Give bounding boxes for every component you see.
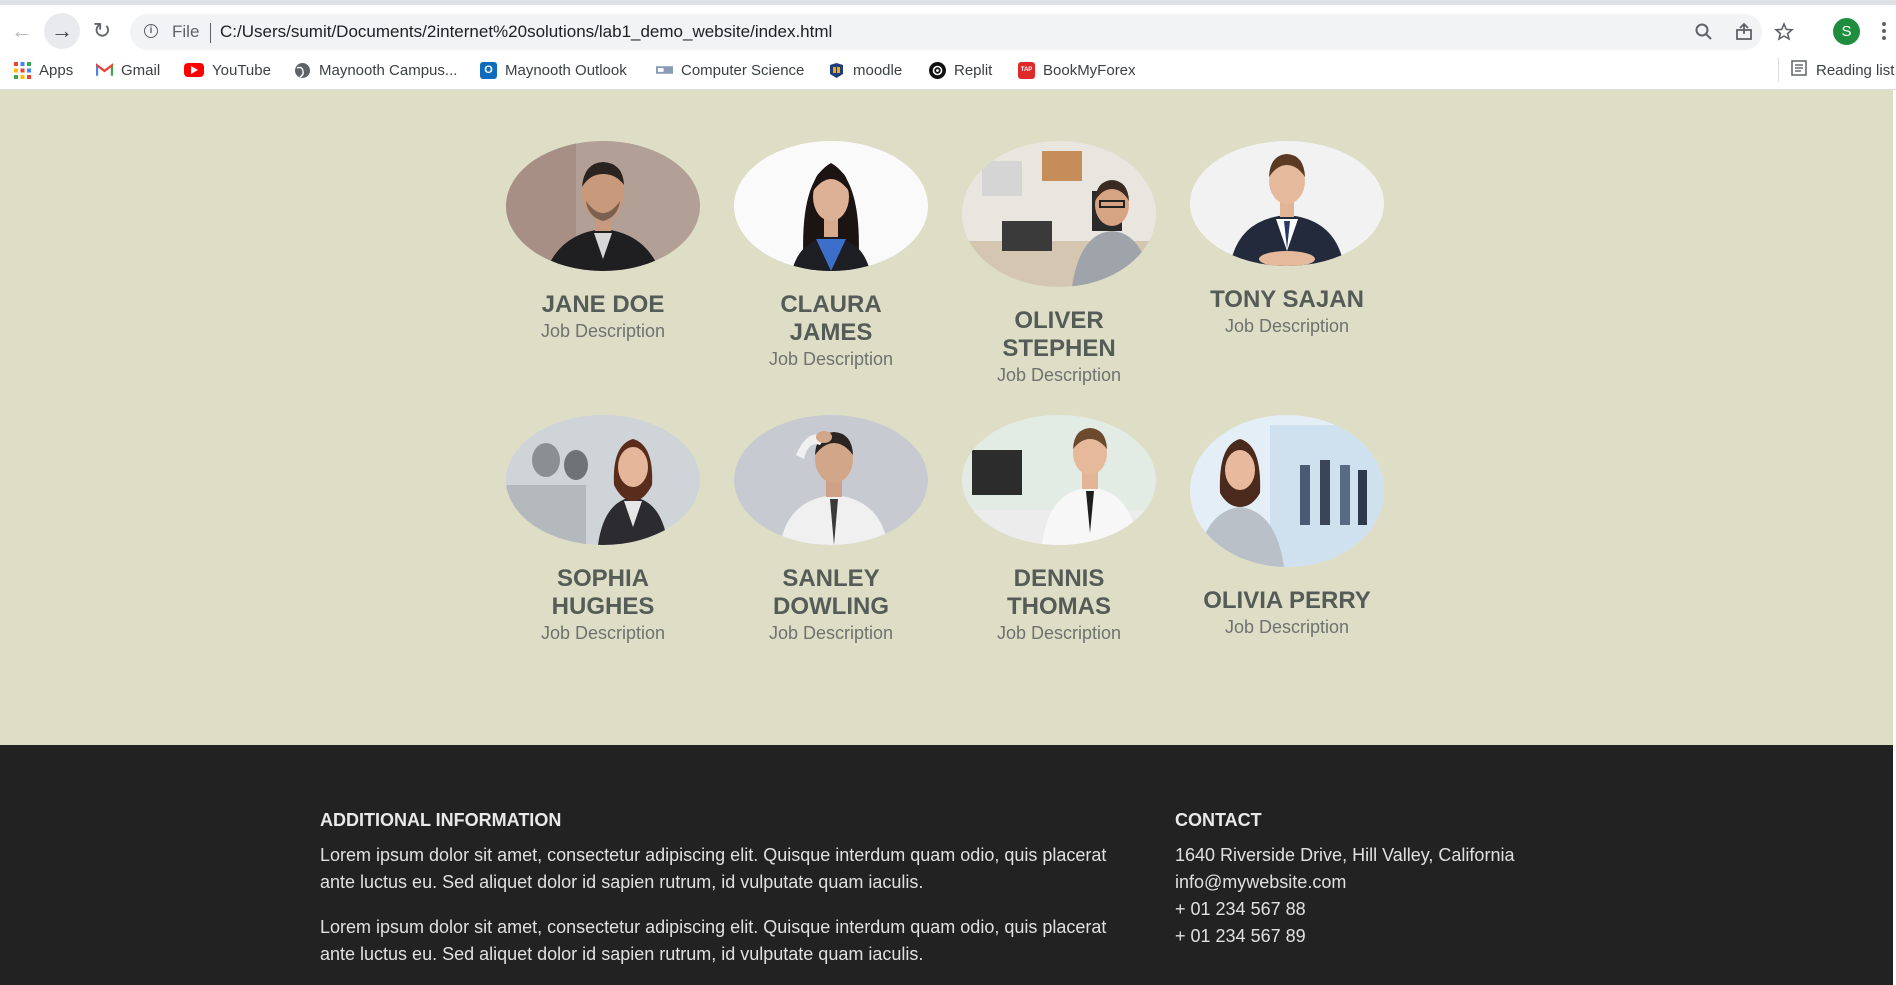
team-section: JANE DOE Job Description CLAURA JAMES Jo… (0, 90, 1893, 745)
team-card-claura-james: CLAURA JAMES Job Description (734, 141, 928, 370)
team-card-jane-doe: JANE DOE Job Description (506, 141, 700, 342)
member-job: Job Description (996, 365, 1122, 385)
bookmark-label: Computer Science (681, 61, 805, 79)
member-job: Job Description (768, 349, 894, 369)
team-card-sanley-dowling: SANLEY DOWLING Job Description (734, 415, 928, 644)
additional-info-paragraph: Lorem ipsum dolor sit amet, consectetur … (320, 917, 1107, 964)
reload-button[interactable]: ↻ (84, 13, 120, 49)
bookmark-youtube[interactable]: YouTube (184, 58, 271, 82)
bookmark-label: moodle (853, 61, 903, 79)
reading-list-label: Reading list (1816, 61, 1895, 79)
team-card-tony-sajan: TONY SAJAN Job Description (1190, 141, 1384, 337)
bookmark-bookmyforex[interactable]: TAP BookMyForex (1018, 58, 1136, 82)
member-name: JANE DOE (541, 291, 665, 318)
member-job: Job Description (1224, 316, 1350, 336)
contact-phone: + 01 234 567 88 (1175, 899, 1306, 919)
team-photo (1190, 415, 1384, 567)
bookmark-computer-science[interactable]: Computer Science (656, 58, 804, 82)
site-footer: ADDITIONAL INFORMATION Lorem ipsum dolor… (0, 745, 1893, 985)
bookmark-label: Maynooth Campus... (319, 61, 458, 79)
contact-heading: CONTACT (1175, 810, 1262, 830)
bookmark-maynooth-outlook[interactable]: O Maynooth Outlook (480, 58, 627, 82)
reading-list-button[interactable]: Reading list (1778, 58, 1894, 82)
reload-icon: ↻ (92, 18, 112, 43)
team-card-dennis-thomas: DENNIS THOMAS Job Description (962, 415, 1156, 644)
additional-info-paragraph: Lorem ipsum dolor sit amet, consectetur … (320, 845, 1107, 892)
bookmark-gmail[interactable]: Gmail (96, 58, 160, 82)
bookmark-replit[interactable]: Replit (929, 58, 992, 82)
forward-button[interactable]: → (44, 13, 80, 49)
contact-address: 1640 Riverside Drive, Hill Valley, Calif… (1175, 845, 1515, 865)
member-job: Job Description (540, 321, 666, 341)
page-viewport: JANE DOE Job Description CLAURA JAMES Jo… (0, 90, 1893, 985)
arrow-right-icon: → (51, 18, 73, 43)
bookmark-label: YouTube (212, 61, 271, 79)
bookmark-label: BookMyForex (1043, 61, 1136, 79)
file-scheme-label: File (172, 22, 200, 41)
zoom-icon[interactable] (1692, 20, 1716, 44)
menu-icon[interactable] (1878, 17, 1890, 45)
share-icon[interactable] (1732, 20, 1756, 44)
bookmark-label: Replit (954, 61, 993, 79)
bookmark-moodle[interactable]: moodle (828, 58, 902, 82)
additional-info-heading: ADDITIONAL INFORMATION (320, 810, 562, 830)
apps-grid-icon (14, 61, 31, 79)
back-button[interactable]: ← (4, 13, 40, 49)
gmail-icon (96, 62, 113, 79)
member-job: Job Description (996, 623, 1122, 643)
team-card-olivia-perry: OLIVIA PERRY Job Description (1190, 415, 1384, 638)
arrow-left-icon: ← (11, 18, 33, 43)
contact-phone: + 01 234 567 89 (1175, 926, 1306, 946)
moodle-icon (828, 62, 845, 79)
member-name: TONY SAJAN (1210, 286, 1364, 313)
reading-list-icon (1791, 60, 1807, 80)
team-photo (734, 141, 928, 271)
member-name: OLIVER STEPHEN (1002, 307, 1116, 362)
address-separator (210, 23, 211, 43)
bookmarks-bar: Apps Gmail YouTube Maynooth Campus... O … (0, 50, 1896, 90)
youtube-icon (184, 63, 204, 77)
member-name: DENNIS THOMAS (1007, 565, 1111, 620)
bookmark-label: Apps (39, 61, 74, 79)
contact-email[interactable]: info@mywebsite.com (1175, 869, 1346, 896)
globe-icon (294, 62, 311, 79)
browser-toolbar: ← → ↻ i File C:/Users/sumit/Documents/2i… (0, 5, 1896, 50)
team-card-sophia-hughes: SOPHIA HUGHES Job Description (506, 415, 700, 644)
team-photo (734, 415, 928, 545)
bookmark-label: Gmail (121, 61, 161, 79)
member-job: Job Description (1224, 617, 1350, 637)
team-photo (1190, 141, 1384, 266)
team-photo (962, 415, 1156, 545)
url-text[interactable]: C:/Users/sumit/Documents/2internet%20sol… (220, 22, 832, 42)
team-photo (506, 141, 700, 271)
star-icon[interactable] (1772, 20, 1796, 44)
member-name: SOPHIA HUGHES (551, 565, 655, 620)
info-icon[interactable]: i (144, 24, 158, 38)
bookmark-maynooth-campus[interactable]: Maynooth Campus... (294, 58, 457, 82)
team-photo (506, 415, 700, 545)
member-job: Job Description (540, 623, 666, 643)
address-bar[interactable]: i File C:/Users/sumit/Documents/2interne… (130, 14, 1794, 50)
outlook-icon: O (480, 61, 497, 79)
bookmark-apps[interactable]: Apps (14, 58, 73, 82)
team-photo (962, 141, 1156, 287)
replit-icon (929, 61, 946, 79)
computer-science-icon (656, 62, 673, 79)
member-name: SANLEY DOWLING (773, 565, 889, 620)
bookmyforex-icon: TAP (1018, 61, 1035, 79)
member-name: CLAURA JAMES (780, 291, 882, 346)
team-card-oliver-stephen: OLIVER STEPHEN Job Description (962, 141, 1156, 386)
member-job: Job Description (768, 623, 894, 643)
profile-avatar[interactable]: S (1833, 18, 1860, 45)
member-name: OLIVIA PERRY (1203, 587, 1371, 614)
bookmark-label: Maynooth Outlook (505, 61, 627, 79)
